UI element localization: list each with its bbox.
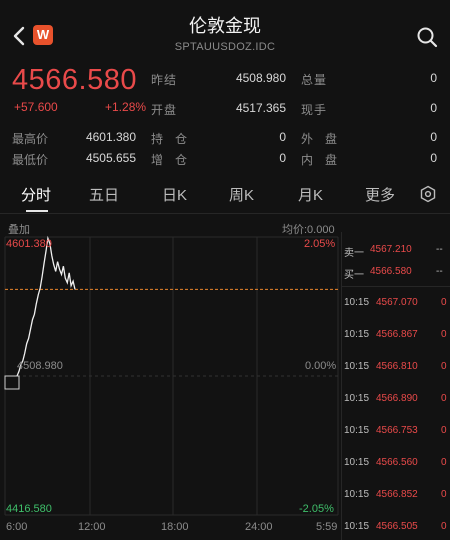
panel-divider <box>342 286 450 287</box>
x-tick-label: 18:00 <box>161 521 189 533</box>
tick-volume: 0 <box>441 297 447 308</box>
active-tab-indicator <box>26 210 48 212</box>
price-block: 4566.580 +57.600 +1.28% <box>12 64 146 114</box>
pct-bottom-label: -2.05% <box>299 503 334 515</box>
tick-time: 10:15 <box>344 457 370 468</box>
y-axis-bottom-label: 4416.580 <box>6 503 52 515</box>
period-tabs: 分时 五日 日K 周K 月K 更多 <box>0 180 450 214</box>
bid-price: 4566.580 <box>370 266 412 277</box>
tab-more[interactable]: 更多 <box>365 184 395 205</box>
tick-row: 10:15 4566.810 0 <box>342 361 450 377</box>
current-volume-value: 0 <box>430 101 437 115</box>
inner-label: 内 盘 <box>301 153 338 167</box>
tick-time: 10:15 <box>344 425 370 436</box>
session-start-marker <box>4 375 20 390</box>
hexagon-settings-icon[interactable] <box>419 185 437 203</box>
tick-row: 10:15 4567.070 0 <box>342 297 450 313</box>
tab-intraday[interactable]: 分时 <box>21 184 51 205</box>
high-label: 最高价 <box>12 132 49 146</box>
chart-plot <box>4 235 339 516</box>
tick-time: 10:15 <box>344 329 370 340</box>
change-percent: +1.28% <box>105 100 147 114</box>
tick-time: 10:15 <box>344 297 370 308</box>
current-volume-label: 现手 <box>301 103 328 117</box>
tick-time: 10:15 <box>344 361 370 372</box>
total-volume-value: 0 <box>430 71 437 85</box>
tick-row: 10:15 4566.852 0 <box>342 489 450 505</box>
x-tick-label: 6:00 <box>6 521 28 533</box>
change-value: +57.600 <box>14 100 58 114</box>
price-series-line <box>16 235 76 377</box>
tick-volume: 0 <box>441 489 447 500</box>
total-volume-label: 总量 <box>301 73 328 87</box>
pct-top-label: 2.05% <box>304 238 336 250</box>
high-value: 4601.380 <box>85 130 136 144</box>
prev-close-value: 4508.980 <box>235 71 286 85</box>
tick-volume: 0 <box>441 329 447 340</box>
x-tick-label: 12:00 <box>78 521 106 533</box>
tick-volume: 0 <box>441 361 447 372</box>
ask-label: 卖一 <box>344 248 364 259</box>
tick-row: 10:15 4566.753 0 <box>342 425 450 441</box>
open-label: 开盘 <box>151 103 178 117</box>
tick-price: 4566.890 <box>376 393 418 404</box>
intraday-chart[interactable]: 叠加 均价:0.000 4601.380 2.05% 4508.980 0.00… <box>0 215 340 540</box>
tick-row: 10:15 4566.867 0 <box>342 329 450 345</box>
low-label: 最低价 <box>12 153 49 167</box>
prev-close-label: 昨结 <box>151 73 178 87</box>
trade-panel: 卖一 4567.210 -- 买一 4566.580 -- 10:15 4567… <box>341 232 450 540</box>
y-axis-top-label: 4601.380 <box>6 238 52 250</box>
outer-label: 外 盘 <box>301 132 338 146</box>
x-tick-label: 24:00 <box>245 521 273 533</box>
tick-time: 10:15 <box>344 521 370 532</box>
inner-value: 0 <box>430 151 437 165</box>
y-axis-mid-label: 4508.980 <box>17 360 63 372</box>
tick-price: 4566.753 <box>376 425 418 436</box>
symbol-code: SPTAUUSDOZ.IDC <box>174 41 276 53</box>
page-title: 伦敦金现 <box>189 16 261 36</box>
tick-row: 10:15 4566.560 0 <box>342 457 450 473</box>
order-book-row: 卖一 4567.210 -- <box>342 244 450 260</box>
open-value: 4517.365 <box>235 101 286 115</box>
position-label: 持 仓 <box>151 132 188 146</box>
tick-price: 4567.070 <box>376 297 418 308</box>
tick-price: 4566.867 <box>376 329 418 340</box>
ask-volume: -- <box>436 244 443 255</box>
bid-volume: -- <box>436 266 443 277</box>
tick-volume: 0 <box>441 457 447 468</box>
pct-mid-label: 0.00% <box>305 360 337 372</box>
outer-value: 0 <box>430 130 437 144</box>
tick-time: 10:15 <box>344 489 370 500</box>
app-header: W 伦敦金现 SPTAUUSDOZ.IDC <box>0 0 450 62</box>
order-book-row: 买一 4566.580 -- <box>342 266 450 282</box>
tab-monthly-k[interactable]: 月K <box>298 184 323 205</box>
increase-value: 0 <box>279 151 286 165</box>
last-price: 4566.580 <box>12 64 137 96</box>
low-value: 4505.655 <box>85 151 136 165</box>
tick-volume: 0 <box>441 425 447 436</box>
tick-price: 4566.852 <box>376 489 418 500</box>
search-icon[interactable] <box>416 26 438 48</box>
tick-row: 10:15 4566.890 0 <box>342 393 450 409</box>
tick-time: 10:15 <box>344 393 370 404</box>
tick-price: 4566.560 <box>376 457 418 468</box>
tab-weekly-k[interactable]: 周K <box>229 184 254 205</box>
ask-price: 4567.210 <box>370 244 412 255</box>
position-value: 0 <box>279 130 286 144</box>
tick-volume: 0 <box>441 393 447 404</box>
tick-row: 10:15 4566.505 0 <box>342 521 450 537</box>
tick-volume: 0 <box>441 521 447 532</box>
tab-five-day[interactable]: 五日 <box>89 184 119 205</box>
x-tick-label: 5:59 <box>316 521 338 533</box>
tick-price: 4566.505 <box>376 521 418 532</box>
increase-label: 增 仓 <box>151 153 188 167</box>
tab-daily-k[interactable]: 日K <box>162 184 187 205</box>
bid-label: 买一 <box>344 270 364 281</box>
tick-price: 4566.810 <box>376 361 418 372</box>
